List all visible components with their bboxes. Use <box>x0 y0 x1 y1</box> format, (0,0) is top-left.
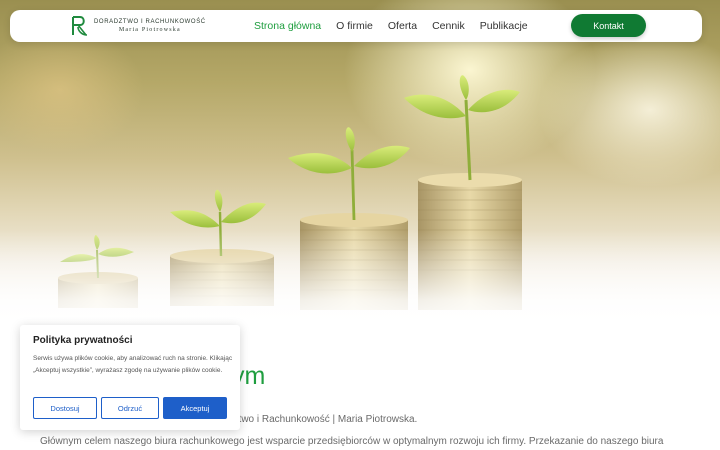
hero-image <box>0 0 720 330</box>
intro-paragraph: Głównym celem naszego biura rachunkowego… <box>40 436 664 447</box>
cookie-title: Polityka prywatności <box>33 335 133 346</box>
menu-item-oferta[interactable]: Oferta <box>388 20 417 32</box>
menu-item-publikacje[interactable]: Publikacje <box>480 20 528 32</box>
menu-item-cennik[interactable]: Cennik <box>432 20 465 32</box>
logo-company-name: DORADZTWO I RACHUNKOWOŚĆ <box>94 19 206 25</box>
cookie-accept-button[interactable]: Akceptuj <box>163 397 227 419</box>
menu-item-strona-glowna[interactable]: Strona główna <box>254 20 321 32</box>
main-menu: Strona główna O firmie Oferta Cennik Pub… <box>254 10 543 42</box>
logo-text: DORADZTWO I RACHUNKOWOŚĆ Maria Piotrowsk… <box>94 19 206 33</box>
hero-fade <box>0 230 720 330</box>
cookie-banner: Polityka prywatności Serwis używa plików… <box>20 325 240 430</box>
logo-owner-name: Maria Piotrowska <box>118 27 181 33</box>
cookie-reject-button[interactable]: Odrzuć <box>101 397 159 419</box>
logo[interactable]: DORADZTWO I RACHUNKOWOŚĆ Maria Piotrowsk… <box>70 15 206 37</box>
menu-item-o-firmie[interactable]: O firmie <box>336 20 373 32</box>
navbar: DORADZTWO I RACHUNKOWOŚĆ Maria Piotrowsk… <box>10 10 702 42</box>
contact-button[interactable]: Kontakt <box>571 14 646 37</box>
cookie-description: Serwis używa plików cookie, aby analizow… <box>33 355 233 374</box>
page: DORADZTWO I RACHUNKOWOŚĆ Maria Piotrowsk… <box>0 0 720 450</box>
page-subtitle: dztwo i Rachunkowość | Maria Piotrowska. <box>228 414 418 425</box>
logo-mark-icon <box>72 16 88 36</box>
cookie-customize-button[interactable]: Dostosuj <box>33 397 97 419</box>
